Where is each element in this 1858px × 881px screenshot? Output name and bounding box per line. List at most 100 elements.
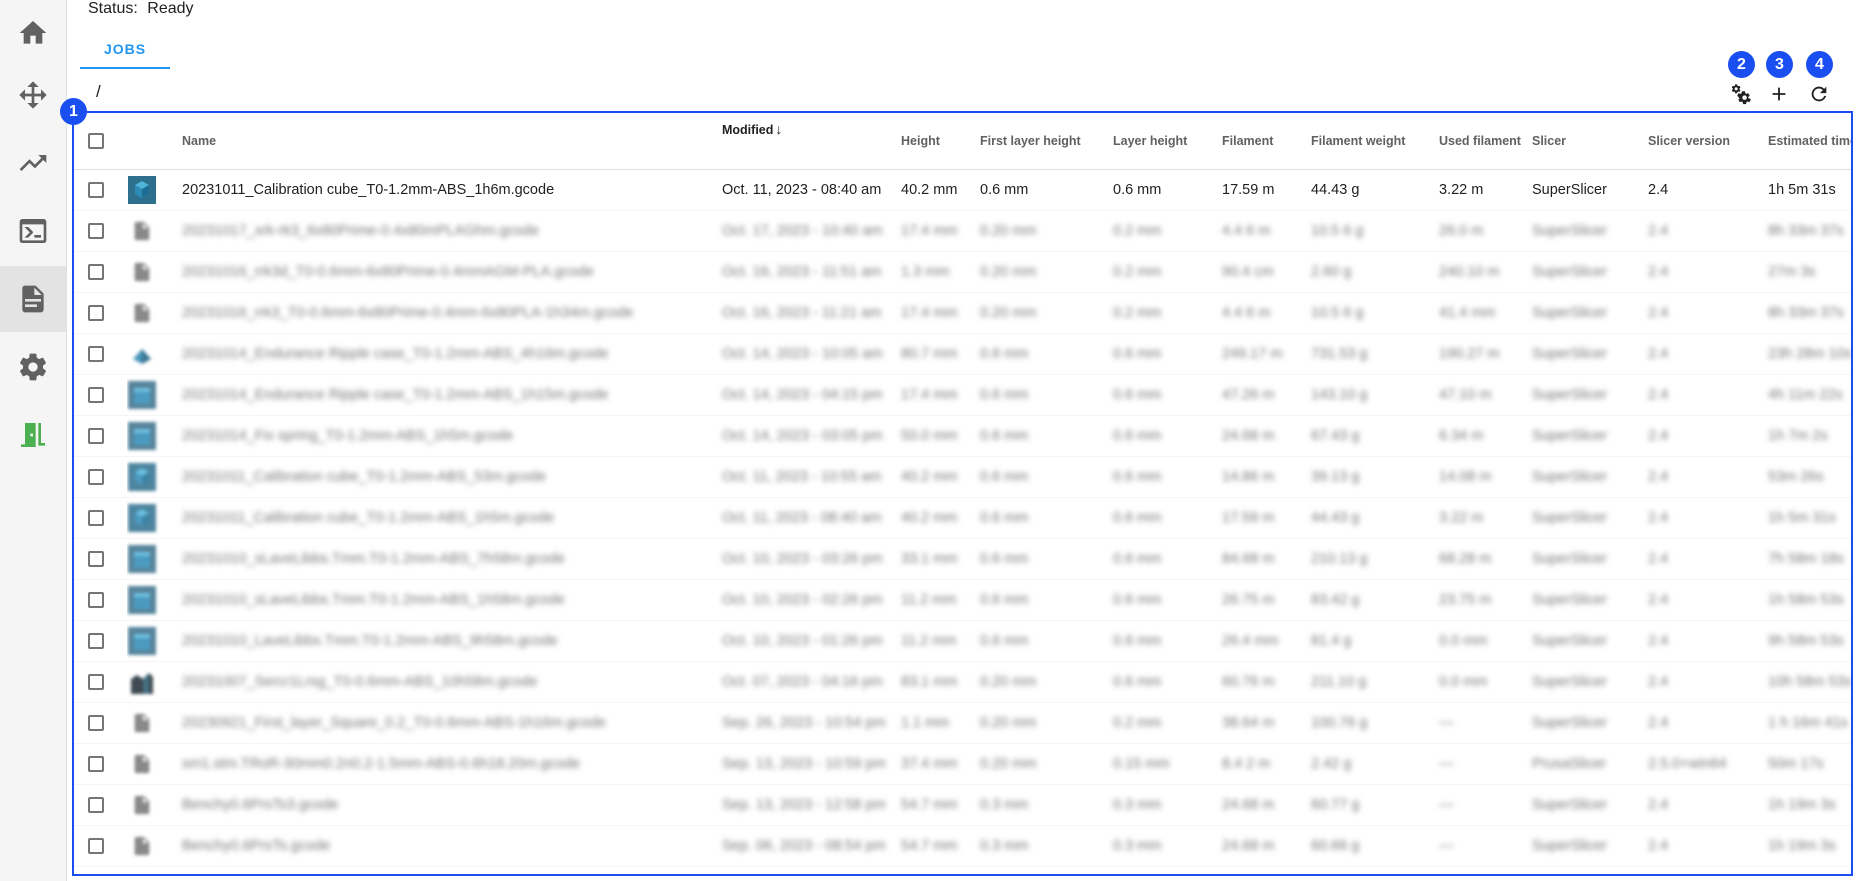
table-row[interactable]: 20231014_Endurance Ripple case_T0-1.2mm-… [74,333,1851,375]
col-header-filament-weight[interactable]: Filament weight [1311,113,1439,170]
cell-filament: 38.64 m [1222,702,1311,744]
table-row[interactable]: 20231011_Calibration cube_T0-1.2mm-ABS_5… [74,456,1851,498]
cell-slicer: SuperSlicer [1532,251,1648,293]
cell-name: Benchy0.6PrsTs.gcode [182,825,722,867]
home-icon [19,21,47,44]
table-row[interactable]: 20231014_Fix spring_T0-1.2mm-ABS_1h5m.gc… [74,415,1851,457]
table-row[interactable]: 20231016_rrk3d_T0-0.6mm-6x80Prime-0.4mmA… [74,251,1851,293]
cell-name: 20230905_cubeUMm.T0-0.6mm-ABS_24m.gcode [182,866,722,874]
cell-height: 54.7 mm [901,825,980,867]
row-checkbox[interactable] [88,592,104,608]
file-icon [127,749,157,779]
cell-time: 9h 58m 53s [1768,620,1851,662]
cell-time: 53m 26s [1768,456,1851,498]
cell-first-layer: 0.20 mm [980,702,1113,744]
cell-version: 2.4 [1648,866,1768,874]
tab-active-indicator [80,67,170,69]
status-line: Status: Ready [88,0,194,18]
table-row[interactable]: Benchy0.6PrsTs3.gcode Sep. 13, 2023 - 12:… [74,784,1851,826]
nav-home[interactable] [0,0,66,66]
cell-version: 2.4 [1648,620,1768,662]
row-select-cell [74,825,127,867]
row-checkbox[interactable] [88,797,104,813]
cell-weight: 2.42 g [1311,743,1439,785]
table-row[interactable]: 20231010_sLaveLibbs.Tmm.T0-1.2mm-ABS_7h5… [74,538,1851,580]
table-row[interactable]: 20231010_LaveLibbs.Tmm.T0-1.2mm-ABS_9h58… [74,620,1851,662]
table-row[interactable]: 20231017_xrk-rk3_6x80Prime-0.4x80mPLAGhm… [74,210,1851,252]
col-header-slicer[interactable]: Slicer [1532,113,1648,170]
cell-time: 23h 28m 10s [1768,333,1851,375]
table-row[interactable]: sm1.stm.TRoR-30mm0.2n0.2-1.5mm-ABS-0.6h1… [74,743,1851,785]
cell-time: 1h 19m 3s [1768,784,1851,826]
row-checkbox[interactable] [88,838,104,854]
row-select-cell [74,661,127,703]
row-select-cell [74,538,127,580]
select-all-checkbox[interactable] [88,133,104,149]
row-checkbox[interactable] [88,346,104,362]
table-row[interactable]: 20231014_Endurance Ripple case_T0-1.2mm-… [74,374,1851,416]
col-header-first-layer-height[interactable]: First layer height [980,113,1113,170]
cell-name: 20231014_Endurance Ripple case_T0-1.2mm-… [182,374,722,416]
nav-move[interactable] [0,62,66,128]
row-select-cell [74,784,127,826]
table-row[interactable]: 20231016_rrk3_T0-0.6mm-6x80Prime-0.4mm-6… [74,292,1851,334]
nav-logout[interactable] [0,402,66,468]
row-checkbox[interactable] [88,223,104,239]
col-header-modified[interactable]: Modified ↓ [722,113,901,170]
col-header-filament[interactable]: Filament [1222,113,1311,170]
tab-jobs[interactable]: JOBS [80,30,170,67]
col-header-used-filament[interactable]: Used filament [1439,113,1532,170]
cell-modified: Oct. 14, 2023 - 10:05 am [722,333,901,375]
table-row[interactable]: 20230921_First_layer_Square_0.2_T0-0.6mm… [74,702,1851,744]
path-breadcrumb: / [96,82,101,101]
cell-height: 33.1 mm [901,538,980,580]
table-row[interactable]: 20231011_Calibration cube_T0-1.2mm-ABS_1… [74,169,1851,211]
col-header-estimated-time[interactable]: Estimated time [1768,113,1851,170]
row-checkbox[interactable] [88,715,104,731]
cell-filament: 60.76 m [1222,661,1311,703]
nav-history[interactable] [0,130,66,196]
cell-version: 2.4 [1648,415,1768,457]
cell-layer: 0.2 mm [1113,866,1222,874]
chart-icon [19,155,47,171]
cell-version: 2.4 [1648,497,1768,539]
file-document-icon [22,285,44,313]
col-header-slicer-version[interactable]: Slicer version [1648,113,1768,170]
row-checkbox[interactable] [88,674,104,690]
row-checkbox[interactable] [88,469,104,485]
jobs-table-container: Name Modified ↓ Height First layer height… [72,111,1853,876]
cell-version: 2.4 [1648,825,1768,867]
row-checkbox[interactable] [88,633,104,649]
cell-time: 1h 5m 31s [1768,497,1851,539]
row-thumbnail-cell [127,333,182,375]
nav-settings[interactable] [0,334,66,400]
col-header-height[interactable]: Height [901,113,980,170]
table-row[interactable]: 20231007_Sercr1Lrsg_T0-0.6mm-ABS_10h58m.… [74,661,1851,703]
cell-modified: Oct. 10, 2023 - 01:26 pm [722,620,901,662]
nav-console[interactable] [0,198,66,264]
cell-slicer: SuperSlicer [1532,169,1648,211]
row-checkbox[interactable] [88,428,104,444]
nav-jobs[interactable] [0,266,66,332]
upload-settings-button[interactable] [1728,81,1754,107]
row-checkbox[interactable] [88,551,104,567]
col-header-layer-height[interactable]: Layer height [1113,113,1222,170]
cell-modified: Oct. 10, 2023 - 03:26 pm [722,538,901,580]
cell-height: 17.4 mm [901,292,980,334]
file-icon [127,872,157,874]
table-row[interactable]: 20231011_Calibration cube_T0-1.2mm-ABS_1… [74,497,1851,539]
add-button[interactable] [1766,81,1792,107]
row-checkbox[interactable] [88,264,104,280]
cell-weight: 39.13 g [1311,456,1439,498]
table-row[interactable]: 20230905_cubeUMm.T0-0.6mm-ABS_24m.gcodeS… [74,866,1851,874]
row-checkbox[interactable] [88,182,104,198]
row-checkbox[interactable] [88,756,104,772]
table-row[interactable]: 20231010_sLaveLibbs.Tmm.T0-1.2mm-ABS_1h5… [74,579,1851,621]
row-checkbox[interactable] [88,305,104,321]
row-thumbnail-cell [127,538,182,580]
col-header-name[interactable]: Name [182,113,722,170]
row-checkbox[interactable] [88,510,104,526]
refresh-button[interactable] [1806,81,1832,107]
table-row[interactable]: Benchy0.6PrsTs.gcode Sep. 06, 2023 - 08:5… [74,825,1851,867]
row-checkbox[interactable] [88,387,104,403]
